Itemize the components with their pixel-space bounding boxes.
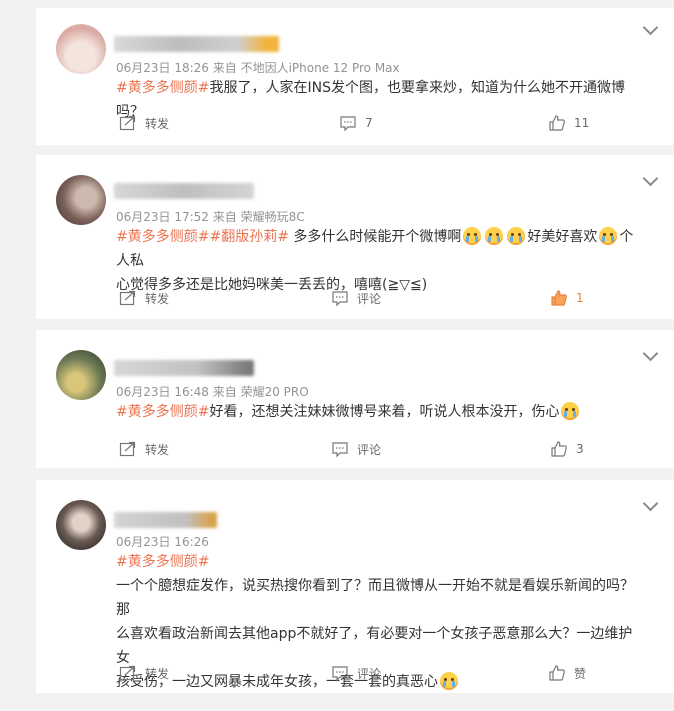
post-body-part: 多多什么时候能开个微博啊 — [293, 229, 462, 245]
like-button[interactable]: 3 — [550, 440, 584, 458]
comment-icon — [332, 666, 348, 682]
avatar[interactable] — [56, 500, 106, 550]
username[interactable] — [114, 360, 254, 376]
post-body-line: 一个个臆想症发作，说买热搜你看到了？而且微博从一开始不就是看娱乐新闻的吗？那 — [116, 578, 634, 618]
like-label: 赞 — [574, 666, 587, 681]
repost-button[interactable]: 转发 — [119, 289, 169, 307]
like-count: 3 — [576, 442, 584, 456]
comment-icon — [340, 116, 356, 132]
like-button[interactable]: 赞 — [548, 664, 586, 682]
repost-button[interactable]: 转发 — [119, 664, 169, 682]
repost-label: 转发 — [145, 442, 170, 457]
topic-tag[interactable]: #黄多多侧颜# — [116, 404, 209, 420]
repost-label: 转发 — [145, 291, 170, 306]
thumbs-up-icon — [549, 665, 565, 681]
chevron-down-icon[interactable] — [642, 170, 659, 187]
topic-tag[interactable]: #黄多多侧颜##翻版孙莉# — [116, 229, 289, 245]
comment-count: 7 — [365, 116, 373, 130]
post-body-line: 么喜欢看政治新闻去其他app不就好了，有必要对一个女孩子恶意那么大？一边维护女 — [116, 626, 633, 666]
repost-icon — [119, 115, 136, 131]
repost-label: 转发 — [145, 116, 170, 131]
comment-card: 06月23日 17:52 来自 荣耀畅玩8C #黄多多侧颜##翻版孙莉# 多多什… — [36, 155, 674, 319]
comment-button[interactable]: 评论 — [331, 440, 381, 458]
comment-button[interactable]: 7 — [339, 114, 373, 132]
thumbs-up-icon — [551, 441, 567, 457]
repost-icon — [119, 665, 136, 681]
crying-emoji-icon — [440, 672, 458, 690]
like-count: 1 — [576, 291, 584, 305]
username[interactable] — [114, 512, 217, 528]
post-meta: 06月23日 16:26 — [116, 535, 209, 549]
post-text: #黄多多侧颜#好看，还想关注妹妹微博号来着，听说人根本没开，伤心 — [116, 400, 646, 424]
username[interactable] — [114, 36, 279, 52]
repost-button[interactable]: 转发 — [119, 114, 169, 132]
repost-icon — [119, 441, 136, 457]
comment-label: 评论 — [357, 291, 382, 306]
crying-emoji-icon — [485, 227, 504, 245]
avatar[interactable] — [56, 24, 106, 74]
repost-icon — [119, 290, 136, 306]
post-body-part: 好美好喜欢 — [527, 229, 598, 245]
post-text: #黄多多侧颜##翻版孙莉# 多多什么时候能开个微博啊 好美好喜欢 个人私 心觉得多多… — [116, 225, 646, 297]
repost-button[interactable]: 转发 — [119, 440, 169, 458]
topic-tag[interactable]: #黄多多侧颜# — [116, 550, 646, 574]
chevron-down-icon[interactable] — [642, 345, 659, 362]
comment-card: 06月23日 18:26 来自 不地因人iPhone 12 Pro Max #黄… — [36, 8, 674, 145]
comment-label: 评论 — [357, 666, 382, 681]
thumbs-up-icon — [551, 290, 567, 306]
post-meta: 06月23日 16:48 来自 荣耀20 PRO — [116, 385, 309, 399]
crying-emoji-icon — [599, 227, 618, 245]
post-meta: 06月23日 17:52 来自 荣耀畅玩8C — [116, 210, 305, 224]
topic-tag[interactable]: #黄多多侧颜# — [116, 80, 209, 96]
chevron-down-icon[interactable] — [642, 19, 659, 36]
comment-card: 06月23日 16:26 #黄多多侧颜# 一个个臆想症发作，说买热搜你看到了？而… — [36, 480, 674, 693]
post-body: 好看，还想关注妹妹微博号来着，听说人根本没开，伤心 — [209, 404, 560, 420]
chevron-down-icon[interactable] — [642, 495, 659, 512]
username[interactable] — [114, 183, 254, 199]
comment-card: 06月23日 16:48 来自 荣耀20 PRO #黄多多侧颜#好看，还想关注妹… — [36, 330, 674, 468]
post-meta: 06月23日 18:26 来自 不地因人iPhone 12 Pro Max — [116, 61, 400, 75]
crying-emoji-icon — [463, 227, 482, 245]
repost-label: 转发 — [145, 666, 170, 681]
crying-emoji-icon — [561, 402, 580, 420]
comment-button[interactable]: 评论 — [331, 289, 381, 307]
avatar[interactable] — [56, 350, 106, 400]
like-count: 11 — [574, 116, 590, 130]
thumbs-up-icon — [549, 115, 565, 131]
like-button[interactable]: 1 — [550, 289, 584, 307]
comment-icon — [332, 291, 348, 307]
comment-button[interactable]: 评论 — [331, 664, 381, 682]
comment-icon — [332, 442, 348, 458]
crying-emoji-icon — [507, 227, 526, 245]
avatar[interactable] — [56, 175, 106, 225]
like-button[interactable]: 11 — [548, 114, 589, 132]
comment-label: 评论 — [357, 442, 382, 457]
